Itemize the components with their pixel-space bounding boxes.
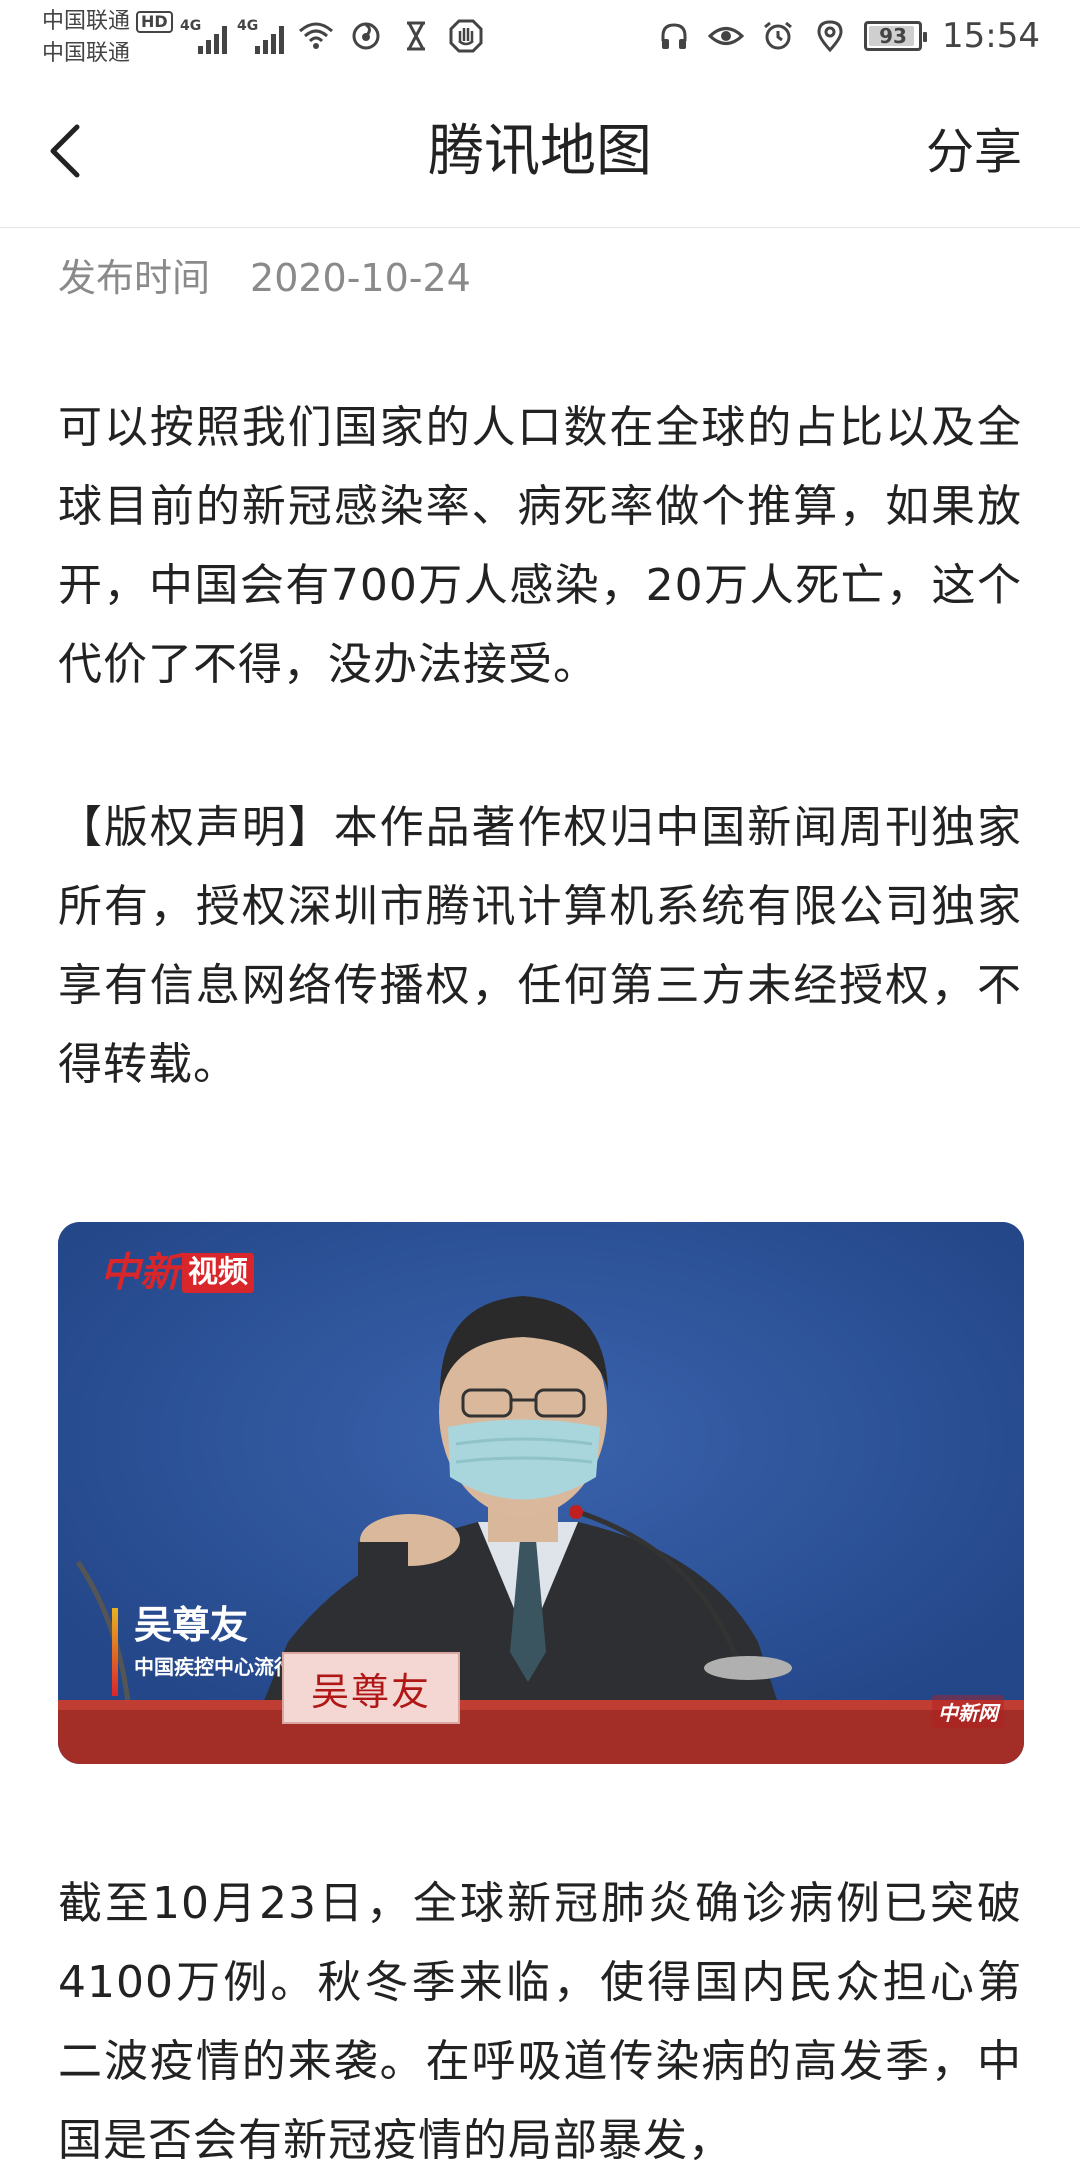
article-paragraph-3: 截至10月23日，全球新冠肺炎确诊病例已突破4100万例。秋冬季来临，使得国内民…: [58, 1878, 1022, 2166]
carrier-secondary: 中国联通: [42, 41, 131, 66]
signal-label-1: 4G: [180, 18, 202, 34]
article-content: 发布时间 2020-10-24 可以按照我们国家的人口数在全球的占比以及全球目前…: [58, 228, 1024, 2180]
brand-logo-text: 中新: [100, 1249, 180, 1296]
hd-badge: HD: [136, 11, 173, 33]
article-paragraph-1: 可以按照我们国家的人口数在全球的占比以及全球目前的新冠感染率、病死率做个推算，如…: [58, 402, 1022, 690]
desk-nameplate: 吴尊友: [282, 1652, 460, 1724]
location-icon: [812, 18, 848, 54]
caption-person-name: 吴尊友: [134, 1603, 249, 1647]
publish-info: 发布时间 2020-10-24: [58, 250, 1022, 306]
eye-icon: [708, 18, 745, 54]
caption-accent-line: [112, 1608, 118, 1696]
signal-label-2: 4G: [237, 18, 259, 34]
headphones-icon: [656, 18, 692, 54]
status-right-icons: 93 15:54: [656, 14, 1040, 58]
status-time: 15:54: [942, 16, 1040, 56]
signal-icon-1: 4G: [180, 18, 227, 54]
video-thumbnail[interactable]: 中新 视频 吴尊友 中国疾控中心流行病学首席专家 吴尊友 中新网: [58, 1222, 1024, 1764]
brand-logo-box: 视频: [182, 1253, 254, 1293]
carrier-primary: 中国联通: [42, 9, 131, 34]
swirl-icon: [348, 18, 384, 54]
signal-icon-2: 4G: [237, 18, 284, 54]
battery-text: 93: [879, 24, 907, 48]
page-title: 腾讯地图: [428, 119, 652, 184]
wifi-icon: [298, 18, 334, 54]
article-paragraph-2: 【版权声明】本作品著作权归中国新闻周刊独家所有，授权深圳市腾讯计算机系统有限公司…: [58, 802, 1022, 1090]
brand-logo: 中新 视频: [100, 1250, 254, 1296]
nav-bar: 腾讯地图 分享: [0, 76, 1080, 228]
publish-label: 发布时间: [58, 256, 211, 300]
alarm-icon: [760, 18, 796, 54]
share-button[interactable]: 分享: [926, 116, 1022, 188]
carrier-info: 中国联通 HD 中国联通: [42, 6, 173, 70]
status-bar: 中国联通 HD 中国联通 4G 4G 93 15:54: [0, 0, 1080, 76]
hourglass-icon: [398, 18, 434, 54]
publish-date: 2020-10-24: [250, 256, 471, 300]
corner-logo: 中新网: [932, 1695, 1004, 1728]
battery-icon: 93: [864, 21, 928, 51]
hand-icon: [448, 18, 484, 54]
status-left-icons: 4G 4G: [180, 14, 484, 54]
